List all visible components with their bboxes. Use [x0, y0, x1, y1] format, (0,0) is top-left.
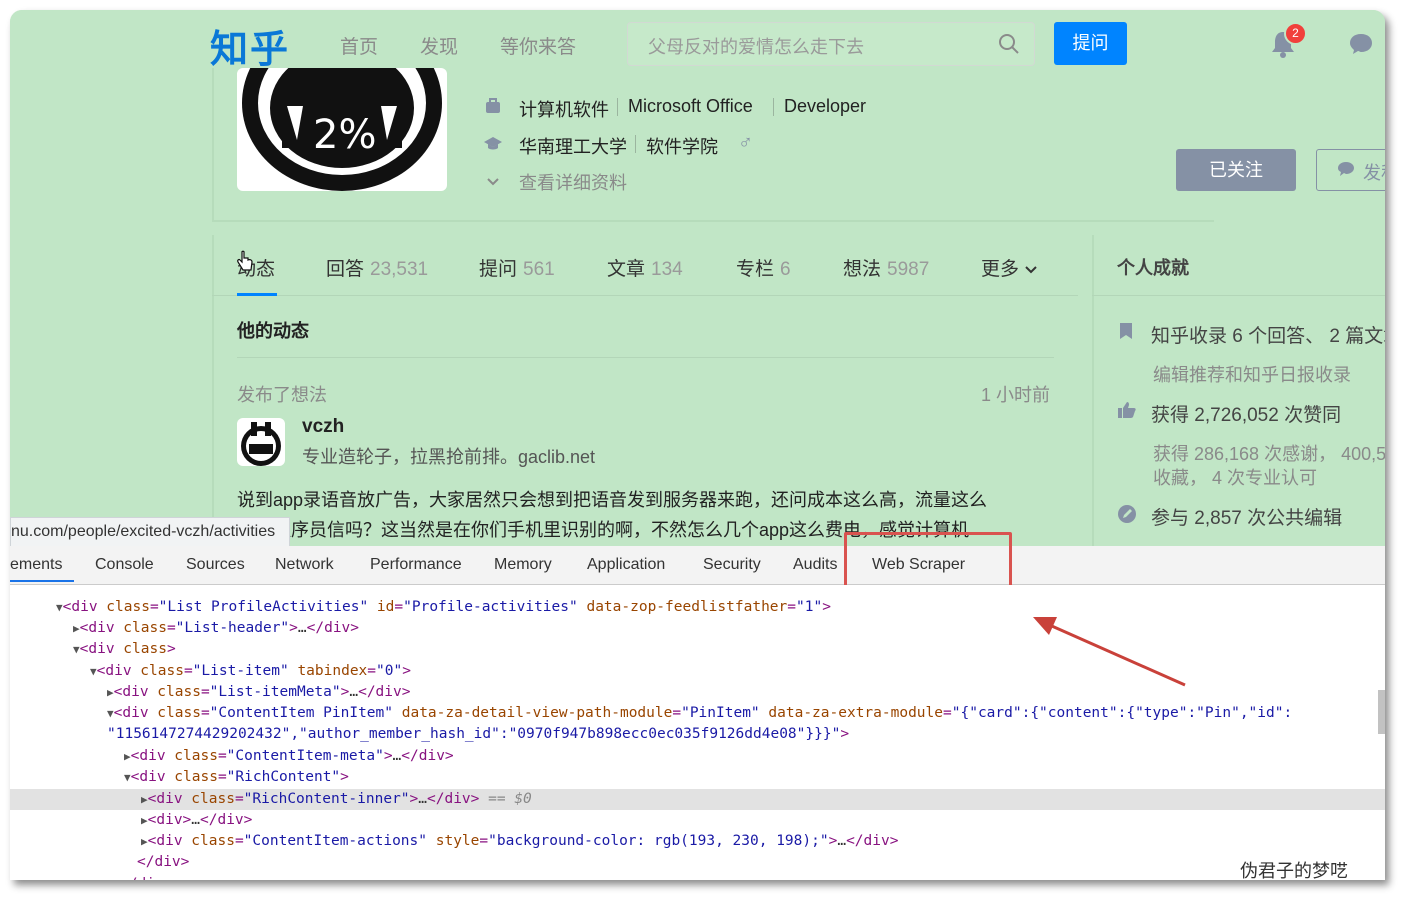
devtools-tab-memory[interactable]: Memory [494, 556, 552, 574]
dom-node[interactable]: ▼<div class="List-item" tabindex="0"> [90, 661, 411, 682]
nav-discover[interactable]: 发现 [420, 32, 458, 59]
followed-button[interactable]: 已关注 [1176, 149, 1296, 191]
ask-button[interactable]: 提问 [1054, 22, 1127, 65]
active-tab-indicator [10, 580, 74, 582]
chevron-down-icon [1025, 266, 1038, 274]
male-gender-icon: ♂ [738, 132, 753, 154]
thumbs-up-icon [1117, 401, 1137, 424]
view-details-link[interactable]: 查看详细资料 [519, 169, 627, 195]
devtools-tab-console[interactable]: Console [95, 556, 154, 574]
zhihu-logo[interactable]: 知乎 [210, 18, 290, 73]
achievements-title: 个人成就 [1117, 258, 1189, 278]
avatar: 2% [237, 68, 447, 191]
dom-node[interactable]: ▶<div class="ContentItem-meta">…</div> [124, 746, 454, 767]
achievement-included: 知乎收录 6 个回答、 2 篇文章 [1151, 326, 1385, 347]
devtools-tab-application[interactable]: Application [587, 556, 665, 574]
author-name[interactable]: vczh [302, 416, 344, 438]
achievement-upvotes: 获得 2,726,052 次赞同 [1151, 405, 1342, 426]
tab-more[interactable]: 更多 [981, 254, 1038, 281]
hand-cursor-icon [236, 250, 254, 277]
dom-node-selected[interactable]: ▶<div class="RichContent-inner">…</div> … [141, 789, 532, 810]
pin-content-line: 说到app录语音放广告，大家居然只会想到把语音发到服务器来跑，还问成本这么高，流… [237, 490, 988, 510]
notification-badge: 2 [1284, 22, 1307, 45]
link-url-tooltip: nu.com/people/excited-vczh/activities [10, 517, 290, 547]
dom-node[interactable]: </div> [120, 874, 172, 880]
dom-node[interactable]: ▶<div class="List-itemMeta">…</div> [107, 682, 410, 703]
business-company: Microsoft Office [628, 96, 753, 116]
achievement-collections: 收藏， 4 次专业认可 [1153, 468, 1318, 488]
activity-action: 发布了想法 [237, 385, 327, 405]
dom-node[interactable]: ▶<div>…</div> [141, 810, 252, 831]
dom-node[interactable]: </div> [137, 852, 189, 873]
business-industry: 计算机软件 [519, 100, 609, 120]
devtools-tab-elements[interactable]: ements [10, 556, 62, 574]
tab-questions[interactable]: 提问 561 [479, 254, 555, 281]
dom-node[interactable]: ▼<div class="RichContent"> [124, 767, 349, 788]
devtools-tab-audits[interactable]: Audits [793, 556, 837, 574]
dom-node[interactable]: ▼<div class="List ProfileActivities" id=… [56, 597, 831, 618]
achievement-edits: 参与 2,857 次公共编辑 [1151, 508, 1343, 529]
section-title: 他的动态 [237, 321, 309, 341]
achievement-included-sub[interactable]: 编辑推荐和知乎日报收录 [1153, 361, 1351, 387]
edit-icon [1117, 504, 1137, 529]
tab-columns[interactable]: 专栏 6 [736, 254, 791, 281]
section-divider [237, 357, 1054, 358]
send-message-button[interactable]: 发私信 [1316, 149, 1385, 191]
achievement-thanks: 获得 286,168 次感谢， 400,5 [1153, 444, 1385, 464]
search-placeholder: 父母反对的爱情怎么走下去 [648, 37, 864, 57]
business-position: Developer [784, 96, 867, 116]
education-school: 华南理工大学 [519, 137, 627, 157]
browser-window: 知乎 首页 发现 等你来答 父母反对的爱情怎么走下去 提问 2 2% 计算机软件… [10, 10, 1385, 880]
divider [635, 135, 636, 153]
devtools-tab-security[interactable]: Security [703, 556, 761, 574]
watermark: 伪君子的梦呓 [1240, 861, 1348, 880]
activity-time: 1 小时前 [981, 385, 1051, 405]
search-icon[interactable] [998, 33, 1020, 60]
divider [773, 98, 774, 116]
divider [617, 98, 618, 116]
education-major: 软件学院 [646, 137, 718, 157]
tab-answers[interactable]: 回答 23,531 [326, 254, 428, 281]
dom-node[interactable]: ▼<div class> [73, 639, 176, 660]
dom-node[interactable]: ▶<div class="ContentItem-actions" style=… [141, 831, 898, 852]
graduation-cap-icon [483, 136, 503, 157]
chevron-down-icon[interactable] [486, 174, 500, 192]
send-message-label: 发私信 [1363, 163, 1385, 183]
scrollbar-thumb[interactable] [1378, 690, 1385, 734]
author-avatar[interactable] [237, 418, 285, 466]
tab-pins[interactable]: 想法 5987 [843, 254, 929, 281]
nav-waiting-answers[interactable]: 等你来答 [500, 32, 576, 59]
bookmark-icon [1118, 322, 1134, 345]
devtools-tab-network[interactable]: Network [275, 556, 334, 574]
search-input[interactable]: 父母反对的爱情怎么走下去 [627, 22, 1035, 66]
active-tab-indicator [237, 293, 277, 296]
dom-node[interactable]: "1156147274429202432","author_member_has… [107, 724, 849, 745]
annotation-arrow [1025, 605, 1195, 700]
tab-articles[interactable]: 文章 134 [607, 254, 683, 281]
tab-divider [212, 295, 1078, 296]
avatar-text: 2% [313, 112, 377, 158]
chat-icon [1337, 160, 1355, 183]
devtools-tab-sources[interactable]: Sources [186, 556, 245, 574]
achievements-divider [1092, 295, 1385, 296]
dom-node[interactable]: ▼<div class="ContentItem PinItem" data-z… [107, 703, 1292, 724]
briefcase-icon [485, 98, 501, 119]
devtools-tab-performance[interactable]: Performance [370, 556, 462, 574]
dom-node[interactable]: ▶<div class="List-header">…</div> [73, 618, 359, 639]
messages-icon[interactable] [1348, 32, 1374, 61]
nav-home[interactable]: 首页 [340, 32, 378, 59]
author-headline: 专业造轮子，拉黑抢前排。gaclib.net [302, 447, 596, 467]
